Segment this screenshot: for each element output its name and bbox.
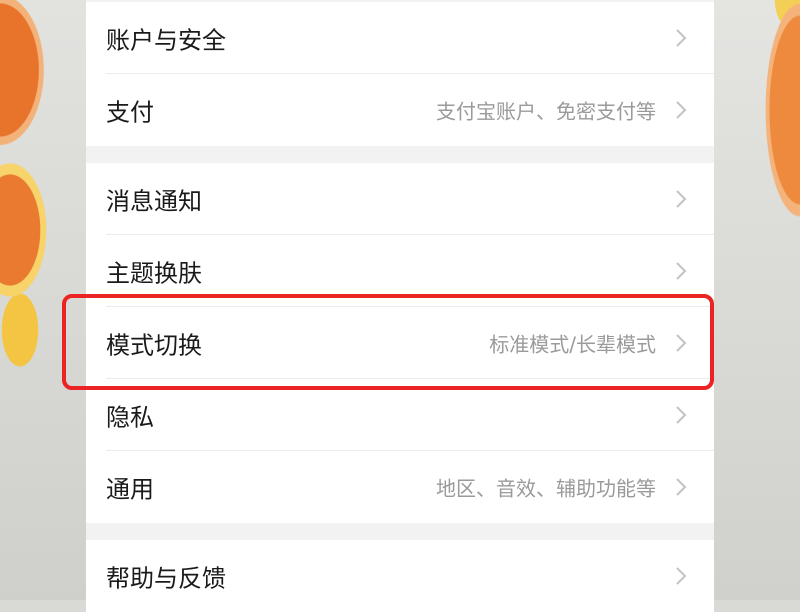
chevron-right-icon [676, 478, 687, 496]
chevron-right-icon [676, 567, 687, 585]
settings-group-account: 账户与安全 支付 支付宝账户、免密支付等 [86, 2, 714, 146]
chevron-right-icon [676, 101, 687, 119]
background-photo-right [710, 0, 800, 600]
settings-group-help: 帮助与反馈 [86, 540, 714, 612]
settings-screen: 账户与安全 支付 支付宝账户、免密支付等 消息通知 主题换肤 模式切换 标准模式… [86, 0, 714, 612]
settings-row-theme[interactable]: 主题换肤 [86, 235, 714, 307]
row-label: 模式切换 [106, 331, 202, 360]
settings-row-general[interactable]: 通用 地区、音效、辅助功能等 [86, 451, 714, 523]
chevron-right-icon [676, 334, 687, 352]
settings-row-privacy[interactable]: 隐私 [86, 379, 714, 451]
settings-group-general: 消息通知 主题换肤 模式切换 标准模式/长辈模式 隐私 通用 地区、音效、辅助功… [86, 163, 714, 523]
row-label: 通用 [106, 475, 154, 504]
chevron-right-icon [676, 29, 687, 47]
chevron-right-icon [676, 262, 687, 280]
row-value: 支付宝账户、免密支付等 [436, 99, 656, 124]
background-photo-left [0, 0, 90, 600]
settings-row-help-feedback[interactable]: 帮助与反馈 [86, 540, 714, 612]
settings-row-account-security[interactable]: 账户与安全 [86, 2, 714, 74]
settings-row-mode-switch[interactable]: 模式切换 标准模式/长辈模式 [86, 307, 714, 379]
row-label: 主题换肤 [106, 259, 202, 288]
row-label: 支付 [106, 98, 154, 127]
row-label: 消息通知 [106, 187, 202, 216]
settings-row-notifications[interactable]: 消息通知 [86, 163, 714, 235]
chevron-right-icon [676, 190, 687, 208]
chevron-right-icon [676, 406, 687, 424]
row-label: 隐私 [106, 403, 154, 432]
row-value: 标准模式/长辈模式 [489, 332, 656, 357]
row-label: 账户与安全 [106, 26, 226, 55]
row-label: 帮助与反馈 [106, 564, 226, 593]
row-value: 地区、音效、辅助功能等 [436, 476, 656, 501]
settings-row-payment[interactable]: 支付 支付宝账户、免密支付等 [86, 74, 714, 146]
